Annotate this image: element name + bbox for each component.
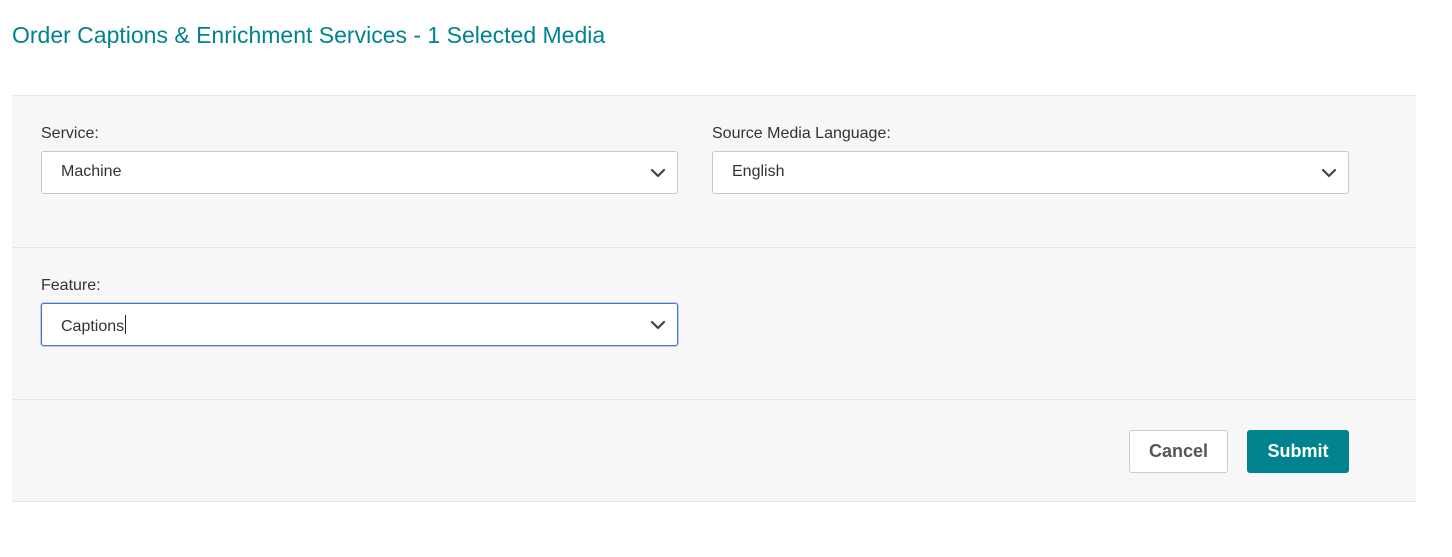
page-title: Order Captions & Enrichment Services - 1… [12, 22, 606, 48]
feature-select-value-wrap: Captions [61, 315, 127, 336]
feature-label: Feature: [41, 277, 101, 294]
feature-select[interactable]: Captions [41, 303, 678, 346]
chevron-down-icon [650, 168, 666, 178]
source-language-select-value: English [732, 163, 785, 180]
service-language-row: Service: Machine Source Media Language: … [12, 95, 1416, 247]
service-select-value: Machine [61, 163, 122, 180]
feature-row: Feature: Captions [12, 247, 1416, 399]
feature-select-value: Captions [61, 318, 125, 335]
submit-button[interactable]: Submit [1247, 430, 1349, 473]
chevron-down-icon [650, 320, 666, 330]
form-footer: Cancel Submit [12, 399, 1416, 502]
service-select[interactable]: Machine [41, 151, 678, 194]
service-label: Service: [41, 125, 99, 142]
source-language-label: Source Media Language: [712, 125, 891, 142]
cancel-button[interactable]: Cancel [1129, 430, 1228, 473]
text-cursor [125, 315, 127, 334]
chevron-down-icon [1321, 168, 1337, 178]
source-language-select[interactable]: English [712, 151, 1349, 194]
